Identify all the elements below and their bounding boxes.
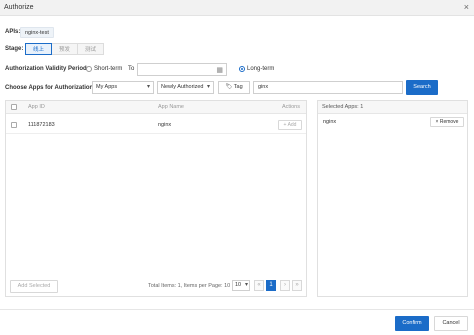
add-app-button[interactable]: + Add [278, 120, 302, 130]
stage-label: Stage: [5, 46, 24, 52]
row-checkbox[interactable] [11, 122, 17, 128]
search-button[interactable]: Search [406, 80, 438, 95]
apis-label: APIs: [5, 29, 21, 35]
validity-label: Authorization Validity Period: [5, 66, 89, 72]
selected-apps-count: Selected Apps: 1 [322, 104, 364, 110]
selected-app-name: nginx [323, 119, 337, 125]
stage-option-pre[interactable]: 预发 [51, 43, 78, 55]
cancel-button[interactable]: Cancel [434, 316, 468, 331]
header-app-id: App ID [28, 104, 45, 110]
stage-option-online[interactable]: 线上 [25, 43, 52, 55]
choose-apps-label: Choose Apps for Authorization: [5, 85, 96, 91]
apps-table-header: App ID App Name Actions [6, 101, 306, 114]
caret-down-icon: ▾ [206, 84, 210, 90]
end-date-input[interactable]: ▦ [137, 63, 227, 76]
pager-last-button[interactable]: » [292, 280, 302, 291]
header-actions: Actions [281, 104, 300, 110]
caret-down-icon: ▾ [244, 282, 248, 288]
row-divider [6, 133, 306, 134]
header-app-name: App Name [158, 104, 184, 110]
dialog-title: Authorize [4, 4, 34, 11]
stage-selector: 线上 预发 测试 [25, 43, 104, 55]
status-select-value: Newly Authorized [161, 84, 204, 90]
short-term-radio[interactable] [86, 66, 92, 72]
tag-button-label: Tag [233, 84, 243, 90]
page-size-select[interactable]: 10 ▾ [232, 280, 250, 291]
close-icon[interactable]: × [464, 2, 469, 12]
remove-app-button[interactable]: × Remove [430, 117, 464, 127]
row-app-name: nginx [158, 122, 172, 128]
tag-button[interactable]: 🏷 Tag [218, 81, 250, 94]
tag-icon: 🏷 [225, 84, 233, 90]
selected-apps-header: Selected Apps: 1 [318, 101, 467, 114]
status-select[interactable]: Newly Authorized ▾ [157, 81, 214, 94]
long-term-radio[interactable] [239, 66, 245, 72]
to-label: To [128, 66, 135, 72]
page-size-value: 10 [235, 282, 242, 288]
add-selected-button[interactable]: Add Selected [10, 280, 58, 293]
select-all-checkbox[interactable] [11, 104, 17, 110]
pager-first-button[interactable]: « [254, 280, 264, 291]
selected-apps-panel: Selected Apps: 1 nginx × Remove [317, 100, 468, 297]
pager-page-1[interactable]: 1 [266, 280, 276, 291]
scope-select-value: My Apps [96, 84, 118, 90]
footer-divider [0, 309, 474, 310]
short-term-label: Short-term [94, 66, 123, 72]
dialog-titlebar: Authorize × [0, 0, 474, 16]
long-term-label: Long-term [247, 66, 275, 72]
stage-option-test[interactable]: 测试 [77, 43, 104, 55]
pagination-summary: Total Items: 1, Items per Page: 10 [148, 283, 231, 289]
caret-down-icon: ▾ [146, 84, 150, 90]
scope-select[interactable]: My Apps ▾ [92, 81, 154, 94]
calendar-icon[interactable]: ▦ [216, 66, 223, 74]
apps-table-panel: App ID App Name Actions 111872183 nginx … [5, 100, 307, 297]
api-tag: nginx-test [20, 27, 54, 38]
confirm-button[interactable]: Confirm [395, 316, 429, 331]
row-app-id: 111872183 [28, 122, 55, 128]
search-input[interactable]: ginx [253, 81, 403, 94]
pager-next-button[interactable]: › [280, 280, 290, 291]
